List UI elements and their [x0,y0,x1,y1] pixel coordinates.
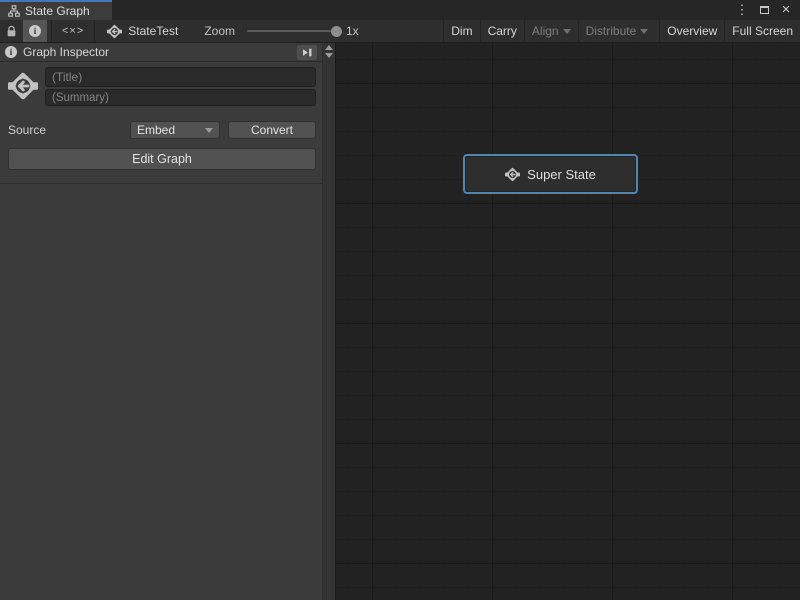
full-screen-button-label: Full Screen [732,24,793,38]
toolbar-right-group: Dim Carry Align Distribute Overview Full… [443,20,800,42]
tab-bar-empty [112,0,728,20]
source-dropdown[interactable]: Embed [130,121,220,139]
state-graph-window: State Graph ⋮ × i <×> [0,0,800,600]
state-graph-icon [107,24,122,39]
zoom-control: Zoom 1x [204,24,358,38]
inspector-divider [0,183,322,184]
edit-graph-button-label: Edit Graph [132,152,192,166]
scroll-down-icon[interactable] [325,53,333,58]
distribute-button[interactable]: Distribute [578,20,656,42]
convert-button-label: Convert [251,123,293,137]
overview-button[interactable]: Overview [659,20,724,42]
state-graph-icon-large [8,71,38,101]
inspector-body: Source Embed Convert Edit Graph [0,62,322,184]
tab-label: State Graph [25,4,90,18]
info-icon: i [5,46,17,58]
code-view-icon: <×> [62,25,84,37]
full-screen-button[interactable]: Full Screen [724,20,800,42]
align-button[interactable]: Align [524,20,578,42]
toolbar-left-group: i <×> StateTest Zoom [0,20,359,42]
scroll-up-icon[interactable] [325,45,333,50]
distribute-button-label: Distribute [586,24,637,38]
chevron-down-icon [563,29,571,34]
zoom-slider-handle[interactable] [331,26,342,37]
carry-button[interactable]: Carry [480,20,524,42]
code-view-button[interactable]: <×> [56,20,90,42]
graph-canvas[interactable]: Super State [335,43,800,600]
super-state-node[interactable]: Super State [463,154,638,194]
graph-toolbar: i <×> StateTest Zoom [0,20,800,43]
carry-button-label: Carry [488,24,517,38]
convert-button[interactable]: Convert [228,121,316,139]
main-content: i Graph Inspector [0,43,800,600]
dock-panel-button[interactable] [297,45,317,60]
window-controls: ⋮ × [728,0,800,20]
graph-name-label: StateTest [128,24,178,38]
graph-hierarchy-icon [8,5,20,17]
close-icon[interactable]: × [778,2,794,18]
graph-identity-row [8,67,316,106]
source-row: Source Embed Convert [8,121,316,139]
tab-bar: State Graph ⋮ × [0,0,800,20]
edit-graph-button[interactable]: Edit Graph [8,148,316,170]
inspector-main: i Graph Inspector [0,43,322,600]
align-button-label: Align [532,24,559,38]
chevron-down-icon [640,29,648,34]
dock-right-icon [302,48,313,57]
maximize-glyph [760,6,769,14]
overview-button-label: Overview [667,24,717,38]
dim-button[interactable]: Dim [443,20,479,42]
info-icon: i [29,25,41,37]
inspector-scrollbar[interactable] [322,43,335,600]
toolbar-separator [94,20,95,42]
graph-breadcrumb[interactable]: StateTest [99,24,186,39]
zoom-slider[interactable] [247,30,337,32]
graph-title-input[interactable] [45,67,316,87]
graph-summary-input[interactable] [45,89,316,106]
inspector-header: i Graph Inspector [0,43,322,62]
window-menu-icon[interactable]: ⋮ [734,2,750,18]
inspector-title: Graph Inspector [23,45,291,59]
lock-icon [6,25,17,38]
source-dropdown-value: Embed [137,123,175,137]
maximize-icon[interactable] [756,2,772,18]
tab-state-graph[interactable]: State Graph [0,0,112,20]
dim-button-label: Dim [451,24,472,38]
node-label: Super State [527,167,596,182]
inspector-toggle-button[interactable]: i [23,20,47,42]
toolbar-separator [51,20,52,42]
chevron-down-icon [205,128,213,133]
source-label: Source [8,123,130,137]
zoom-value-label: 1x [346,24,359,38]
graph-inspector-panel: i Graph Inspector [0,43,335,600]
zoom-label: Zoom [204,24,235,38]
state-graph-icon [505,167,520,182]
graph-fields [45,67,316,106]
lock-button[interactable] [0,20,23,42]
